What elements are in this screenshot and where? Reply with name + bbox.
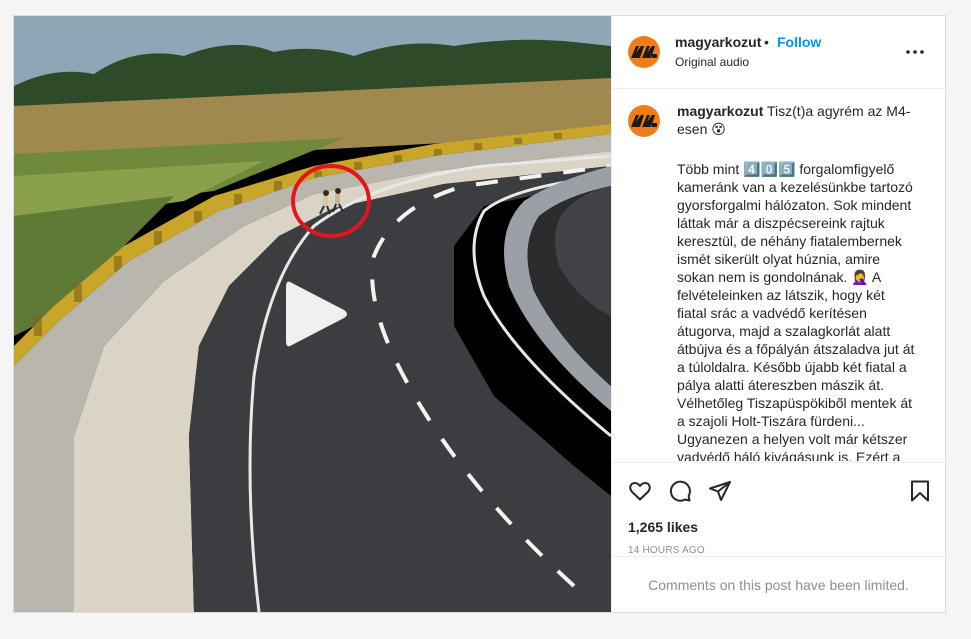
separator-dot: • <box>764 34 769 50</box>
caption-body: Több mint 4️⃣0️⃣5️⃣ forgalomfigyelő kame… <box>677 161 915 461</box>
follow-button[interactable]: Follow <box>777 34 821 50</box>
caption-title: magyarkozut Tisz(t)a agyrém az M4-esen 😵 <box>677 102 913 138</box>
more-horizontal-icon[interactable] <box>903 42 927 62</box>
audio-label[interactable]: Original audio <box>675 55 749 69</box>
brand-logo-icon <box>631 115 657 127</box>
heart-icon[interactable] <box>628 479 652 503</box>
instagram-post: magyarkozut • Follow Original audio magy… <box>13 15 946 613</box>
video-player[interactable] <box>14 16 611 612</box>
play-icon[interactable] <box>284 279 350 349</box>
likes-count[interactable]: 1,265 likes <box>628 519 698 535</box>
comments-limited-notice: Comments on this post have been limited. <box>612 556 945 612</box>
avatar[interactable] <box>628 36 660 68</box>
comment-icon[interactable] <box>668 479 692 503</box>
send-icon[interactable] <box>708 479 732 503</box>
bookmark-icon[interactable] <box>908 479 932 503</box>
header-username[interactable]: magyarkozut <box>675 34 761 50</box>
brand-logo-icon <box>631 46 657 58</box>
post-sidebar: magyarkozut • Follow Original audio magy… <box>611 16 945 612</box>
caption-section: magyarkozut Tisz(t)a agyrém az M4-esen 😵… <box>612 89 945 461</box>
post-timestamp[interactable]: 14 HOURS AGO <box>628 545 705 556</box>
caption-avatar[interactable] <box>628 105 660 137</box>
post-header: magyarkozut • Follow Original audio <box>612 16 945 89</box>
caption-username[interactable]: magyarkozut <box>677 103 763 119</box>
